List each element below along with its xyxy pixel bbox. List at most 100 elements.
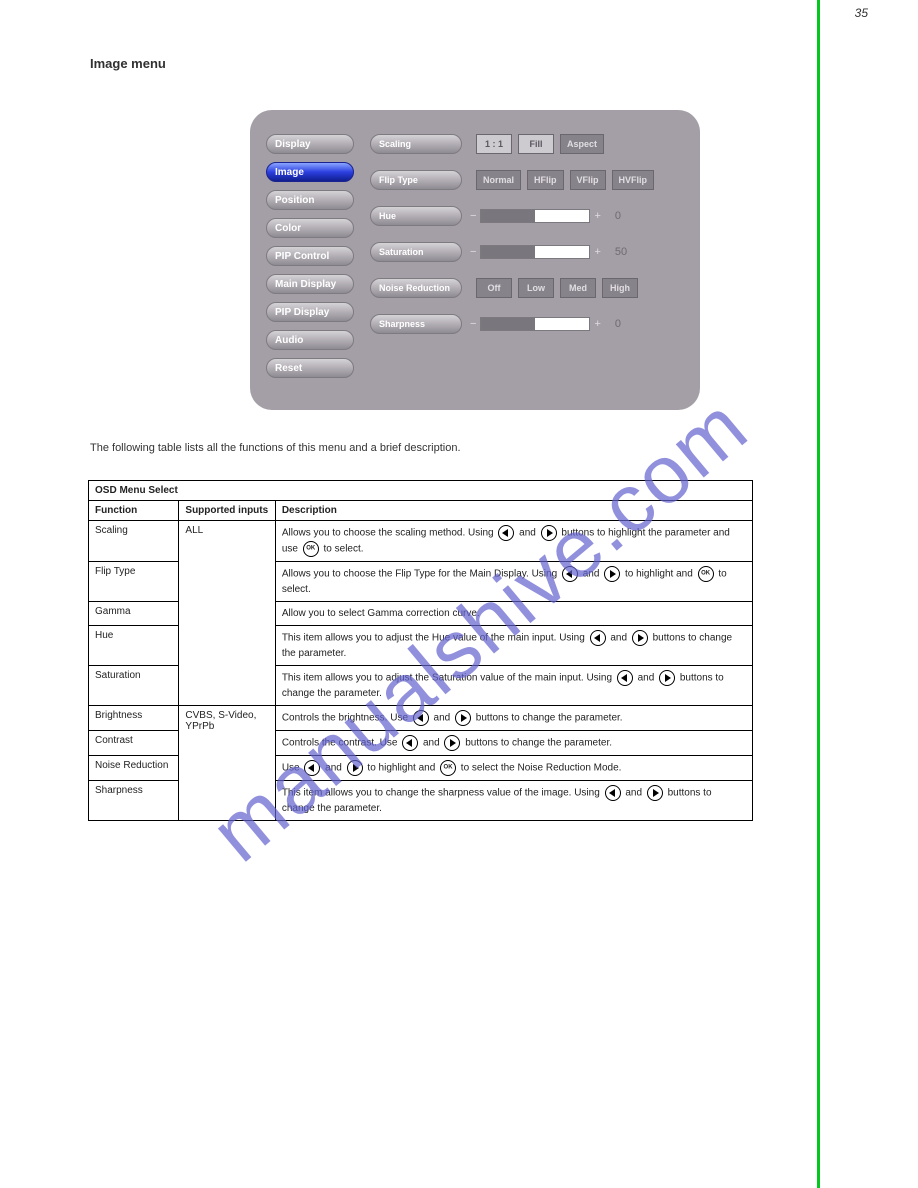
right-arrow-icon — [647, 785, 663, 801]
osd-menu-column: Display Image Position Color PIP Control Main… — [266, 134, 354, 378]
desc-cell: This item allows you to change the sharp… — [275, 781, 752, 821]
fn-cell: Gamma — [89, 602, 179, 626]
menu-pip-display[interactable]: PIP Display — [266, 302, 354, 322]
inputs-cell: CVBS, S-Video, YPrPb — [179, 706, 275, 821]
sharpness-row: Sharpness − + 0 — [370, 314, 654, 334]
option-off[interactable]: Off — [476, 278, 512, 298]
hue-value: 0 — [615, 210, 621, 222]
desc-cell: Allows you to choose the Flip Type for t… — [275, 562, 752, 602]
fn-cell: Brightness — [89, 706, 179, 731]
inputs-cell: ALL — [179, 521, 275, 706]
option-low[interactable]: Low — [518, 278, 554, 298]
sharpness-value: 0 — [615, 318, 621, 330]
menu-display[interactable]: Display — [266, 134, 354, 154]
left-arrow-icon — [498, 525, 514, 541]
scaling-label: Scaling — [370, 134, 462, 154]
page-right-border — [817, 0, 820, 1188]
menu-position[interactable]: Position — [266, 190, 354, 210]
saturation-row: Saturation − + 50 — [370, 242, 654, 262]
table-row: ScalingALLAllows you to choose the scali… — [89, 521, 753, 562]
saturation-slider[interactable] — [480, 245, 590, 259]
page-number: 35 — [855, 6, 868, 20]
minus-icon: − — [470, 210, 476, 222]
scaling-option-aspect[interactable]: Aspect — [560, 134, 604, 154]
osd-panel: Display Image Position Color PIP Control Main… — [250, 110, 700, 410]
ok-icon — [303, 541, 319, 557]
sharpness-label: Sharpness — [370, 314, 462, 334]
scaling-option-fill[interactable]: Fill — [518, 134, 554, 154]
desc-cell: Allows you to choose the scaling method.… — [275, 521, 752, 562]
table-intro: The following table lists all the functi… — [90, 442, 461, 454]
fn-cell: Flip Type — [89, 562, 179, 602]
hue-row: Hue − + 0 — [370, 206, 654, 226]
plus-icon: + — [594, 318, 600, 330]
desc-cell: Use and to highlight and to select the N… — [275, 756, 752, 781]
plus-icon: + — [594, 210, 600, 222]
desc-cell: Controls the contrast. Use and buttons t… — [275, 731, 752, 756]
scaling-row: Scaling 1 : 1 Fill Aspect — [370, 134, 654, 154]
table-header-row: Function Supported inputs Description — [89, 501, 753, 521]
fn-cell: Scaling — [89, 521, 179, 562]
right-arrow-icon — [444, 735, 460, 751]
option-normal[interactable]: Normal — [476, 170, 521, 190]
menu-image[interactable]: Image — [266, 162, 354, 182]
menu-reset[interactable]: Reset — [266, 358, 354, 378]
right-arrow-icon — [604, 566, 620, 582]
left-arrow-icon — [590, 630, 606, 646]
left-arrow-icon — [304, 760, 320, 776]
desc-cell: Allow you to select Gamma correction cur… — [275, 602, 752, 626]
menu-color[interactable]: Color — [266, 218, 354, 238]
flip-options: Normal HFlip VFlip HVFlip — [476, 170, 654, 190]
fn-cell: Saturation — [89, 666, 179, 706]
right-arrow-icon — [541, 525, 557, 541]
scaling-option-1-1[interactable]: 1 : 1 — [476, 134, 512, 154]
left-arrow-icon — [402, 735, 418, 751]
ok-icon — [698, 566, 714, 582]
right-arrow-icon — [632, 630, 648, 646]
flip-row: Flip Type Normal HFlip VFlip HVFlip — [370, 170, 654, 190]
right-arrow-icon — [347, 760, 363, 776]
sharpness-slider[interactable] — [480, 317, 590, 331]
plus-icon: + — [594, 246, 600, 258]
functions-table: OSD Menu Select Function Supported input… — [88, 480, 753, 821]
fn-cell: Hue — [89, 626, 179, 666]
left-arrow-icon — [605, 785, 621, 801]
saturation-value: 50 — [615, 246, 627, 258]
hue-label: Hue — [370, 206, 462, 226]
fn-cell: Noise Reduction — [89, 756, 179, 781]
desc-cell: This item allows you to adjust the Hue v… — [275, 626, 752, 666]
noise-options: Off Low Med High — [476, 278, 638, 298]
right-arrow-icon — [455, 710, 471, 726]
hue-slider[interactable] — [480, 209, 590, 223]
option-vflip[interactable]: VFlip — [570, 170, 606, 190]
minus-icon: − — [470, 318, 476, 330]
noise-label: Noise Reduction — [370, 278, 462, 298]
left-arrow-icon — [617, 670, 633, 686]
saturation-label: Saturation — [370, 242, 462, 262]
fn-cell: Sharpness — [89, 781, 179, 821]
col-description: Description — [275, 501, 752, 521]
col-inputs: Supported inputs — [179, 501, 275, 521]
section-heading: Image menu — [90, 56, 166, 71]
option-hvflip[interactable]: HVFlip — [612, 170, 655, 190]
scaling-options: 1 : 1 Fill Aspect — [476, 134, 604, 154]
option-high[interactable]: High — [602, 278, 638, 298]
ok-icon — [440, 760, 456, 776]
left-arrow-icon — [413, 710, 429, 726]
desc-cell: Controls the brightness. Use and buttons… — [275, 706, 752, 731]
menu-pip-control[interactable]: PIP Control — [266, 246, 354, 266]
left-arrow-icon — [562, 566, 578, 582]
minus-icon: − — [470, 246, 476, 258]
menu-audio[interactable]: Audio — [266, 330, 354, 350]
col-function: Function — [89, 501, 179, 521]
flip-label: Flip Type — [370, 170, 462, 190]
noise-row: Noise Reduction Off Low Med High — [370, 278, 654, 298]
right-arrow-icon — [659, 670, 675, 686]
table-header-top-cell: OSD Menu Select — [89, 481, 753, 501]
table-header-top: OSD Menu Select — [89, 481, 753, 501]
option-med[interactable]: Med — [560, 278, 596, 298]
option-hflip[interactable]: HFlip — [527, 170, 564, 190]
desc-cell: This item allows you to adjust the Satur… — [275, 666, 752, 706]
menu-main-display[interactable]: Main Display — [266, 274, 354, 294]
osd-settings-column: Scaling 1 : 1 Fill Aspect Flip Type Normal… — [370, 134, 654, 334]
